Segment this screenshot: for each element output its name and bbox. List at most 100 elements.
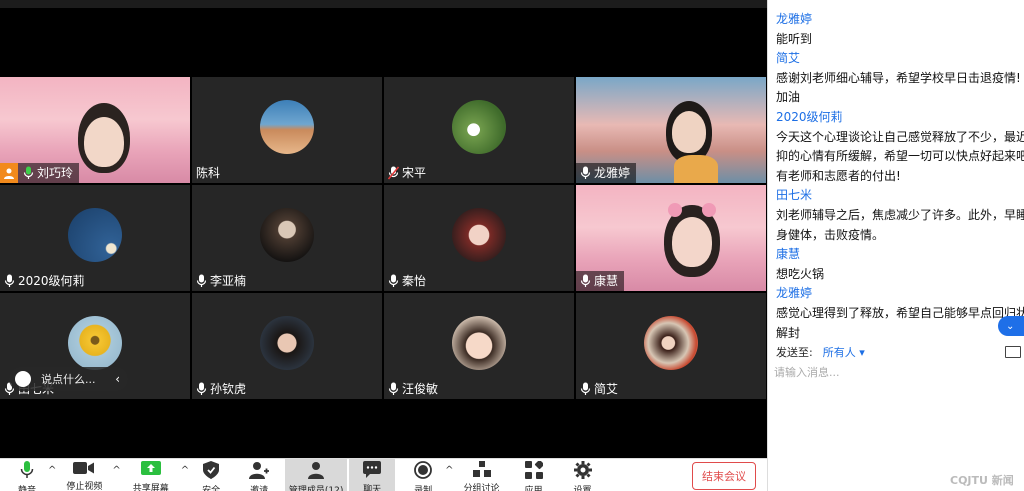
participant-name: 宋平 xyxy=(402,166,427,180)
breakout-rooms-icon xyxy=(471,461,493,477)
participant-avatar xyxy=(260,100,314,154)
chat-message-text: 感谢刘老师细心辅导，希望学校早日击退疫情! xyxy=(776,70,1021,85)
mic-icon xyxy=(580,166,591,179)
manage-participants-button[interactable]: 管理成员(12) xyxy=(285,459,348,491)
participant-name: 简艾 xyxy=(594,382,619,396)
video-tile[interactable]: 龙雅婷 xyxy=(576,77,766,183)
video-tile[interactable]: 刘巧玲 xyxy=(0,77,190,183)
mute-button[interactable]: 静音 xyxy=(6,459,48,491)
chevron-up-icon[interactable]: ^ xyxy=(48,465,56,476)
stop-video-button[interactable]: 停止视频 xyxy=(56,459,112,491)
share-screen-button[interactable]: 共享屏幕 xyxy=(121,459,181,491)
chat-button[interactable]: 聊天 xyxy=(349,459,396,491)
stop-video-label: 停止视频 xyxy=(66,482,103,491)
participant-name: 龙雅婷 xyxy=(594,166,631,180)
video-tile[interactable]: 秦怡 xyxy=(384,185,574,291)
record-icon xyxy=(412,461,434,479)
host-icon xyxy=(0,163,18,183)
video-tile[interactable]: 陈科 xyxy=(192,77,382,183)
video-tile[interactable]: 简艾 xyxy=(576,293,766,399)
camera-icon xyxy=(73,461,95,475)
apps-label: 应用 xyxy=(524,486,543,491)
mic-icon xyxy=(4,274,15,287)
chat-message-text: 解封 xyxy=(776,325,801,340)
chat-message-text: 今天这个心理谈论让自己感觉释放了不少，最近 xyxy=(776,129,1024,144)
chat-message-list: 龙雅婷 能听到 简艾 感谢刘老师细心辅导，希望学校早日击退疫情! 加油 2020级何莉 今天… xyxy=(776,10,1024,343)
scroll-to-latest-button[interactable]: ⌄ xyxy=(998,316,1024,336)
chat-sender: 龙雅婷 xyxy=(776,12,813,26)
chat-sender: 田七米 xyxy=(776,188,813,203)
participant-video-ear xyxy=(702,203,716,217)
meeting-window: 刘巧玲 陈科 宋平 龙雅婷 2020级何莉 李亚楠 秦怡 康慧 孙钦虎 汪俊敏 … xyxy=(0,0,1024,491)
video-tile[interactable]: 2020级何莉 xyxy=(0,185,190,291)
participant-video-face xyxy=(84,117,124,167)
invite-button[interactable]: 邀请 xyxy=(233,459,285,491)
participant-name: 秦怡 xyxy=(402,274,427,288)
participant-avatar xyxy=(260,208,314,262)
send-to-select[interactable]: 所有人 ▾ xyxy=(823,344,865,360)
apps-button[interactable]: 应用 xyxy=(510,459,558,491)
participant-avatar xyxy=(644,316,698,370)
chevron-up-icon[interactable]: ^ xyxy=(112,465,120,476)
file-icon[interactable] xyxy=(1005,346,1021,358)
participant-name: 刘巧玲 xyxy=(37,166,74,180)
mic-icon xyxy=(388,382,399,395)
video-tile[interactable]: 康慧 xyxy=(576,185,766,291)
chevron-up-icon[interactable]: ^ xyxy=(181,465,189,476)
participant-namebar: 陈科 xyxy=(192,163,226,183)
video-tile[interactable]: 汪俊敏 xyxy=(384,293,574,399)
chat-sender: 龙雅婷 xyxy=(776,286,813,301)
participant-name: 2020级何莉 xyxy=(18,274,85,288)
participant-namebar: 简艾 xyxy=(576,379,624,399)
send-to-row: 发送至: 所有人 ▾ xyxy=(776,344,1021,360)
record-button[interactable]: 录制 xyxy=(401,459,445,491)
participant-avatar xyxy=(452,208,506,262)
participant-video-face xyxy=(672,111,706,153)
participant-avatar xyxy=(452,100,506,154)
participant-name: 李亚楠 xyxy=(210,274,247,288)
settings-button[interactable]: 设置 xyxy=(558,459,608,491)
quick-chat-placeholder: 说点什么... xyxy=(41,373,96,386)
microphone-icon xyxy=(16,461,38,479)
chat-panel: 龙雅婷 能听到 简艾 感谢刘老师细心辅导，希望学校早日击退疫情! 加油 2020级何莉 今天… xyxy=(767,0,1024,491)
security-button[interactable]: 安全 xyxy=(189,459,233,491)
participants-icon xyxy=(305,461,327,479)
participant-avatar xyxy=(260,316,314,370)
meeting-toolbar: 静音 ^ 停止视频 ^ 共享屏幕 ^ 安全 邀请 管理成员(12) 聊天 录制 … xyxy=(0,458,767,491)
share-screen-label: 共享屏幕 xyxy=(132,484,169,491)
security-label: 安全 xyxy=(202,486,221,491)
share-screen-icon xyxy=(140,461,162,477)
chat-input[interactable] xyxy=(774,362,1014,382)
chevron-left-icon[interactable]: ‹ xyxy=(115,372,120,386)
mic-icon xyxy=(388,274,399,287)
participant-namebar: 2020级何莉 xyxy=(0,271,91,291)
chat-message-text: 抑的心情有所缓解，希望一切可以快点好起来吧 xyxy=(776,149,1024,164)
participant-avatar xyxy=(68,316,122,370)
video-tile[interactable]: 宋平 xyxy=(384,77,574,183)
video-tile[interactable]: 李亚楠 xyxy=(192,185,382,291)
breakout-rooms-label: 分组讨论 xyxy=(463,484,500,491)
chat-message-text: 想吃火锅 xyxy=(776,266,825,281)
chevron-up-icon[interactable]: ^ xyxy=(445,465,453,476)
video-tile[interactable]: 孙钦虎 xyxy=(192,293,382,399)
participant-name: 汪俊敏 xyxy=(402,382,439,396)
mic-muted-icon xyxy=(388,166,399,180)
participant-name: 孙钦虎 xyxy=(210,382,247,396)
mic-icon xyxy=(196,382,207,395)
video-area: 刘巧玲 陈科 宋平 龙雅婷 2020级何莉 李亚楠 秦怡 康慧 孙钦虎 汪俊敏 … xyxy=(0,0,767,458)
video-grid: 刘巧玲 陈科 宋平 龙雅婷 2020级何莉 李亚楠 秦怡 康慧 孙钦虎 汪俊敏 … xyxy=(0,77,766,401)
participant-avatar xyxy=(452,316,506,370)
participant-namebar: 刘巧玲 xyxy=(0,163,80,183)
emoji-icon[interactable] xyxy=(15,371,31,387)
quick-chat-pill[interactable]: 说点什么... ‹ xyxy=(9,367,128,391)
breakout-rooms-button[interactable]: 分组讨论 xyxy=(454,459,510,491)
chat-message-text: 能听到 xyxy=(776,31,813,46)
manage-participants-label: 管理成员(12) xyxy=(288,486,344,491)
participant-namebar: 汪俊敏 xyxy=(384,379,444,399)
end-meeting-button[interactable]: 结束会议 xyxy=(692,462,756,490)
participant-namebar: 龙雅婷 xyxy=(576,163,637,183)
chat-sender: 简艾 xyxy=(776,51,801,66)
add-user-icon xyxy=(248,461,270,479)
chat-bubble-icon xyxy=(361,461,383,478)
participant-avatar xyxy=(68,208,122,262)
